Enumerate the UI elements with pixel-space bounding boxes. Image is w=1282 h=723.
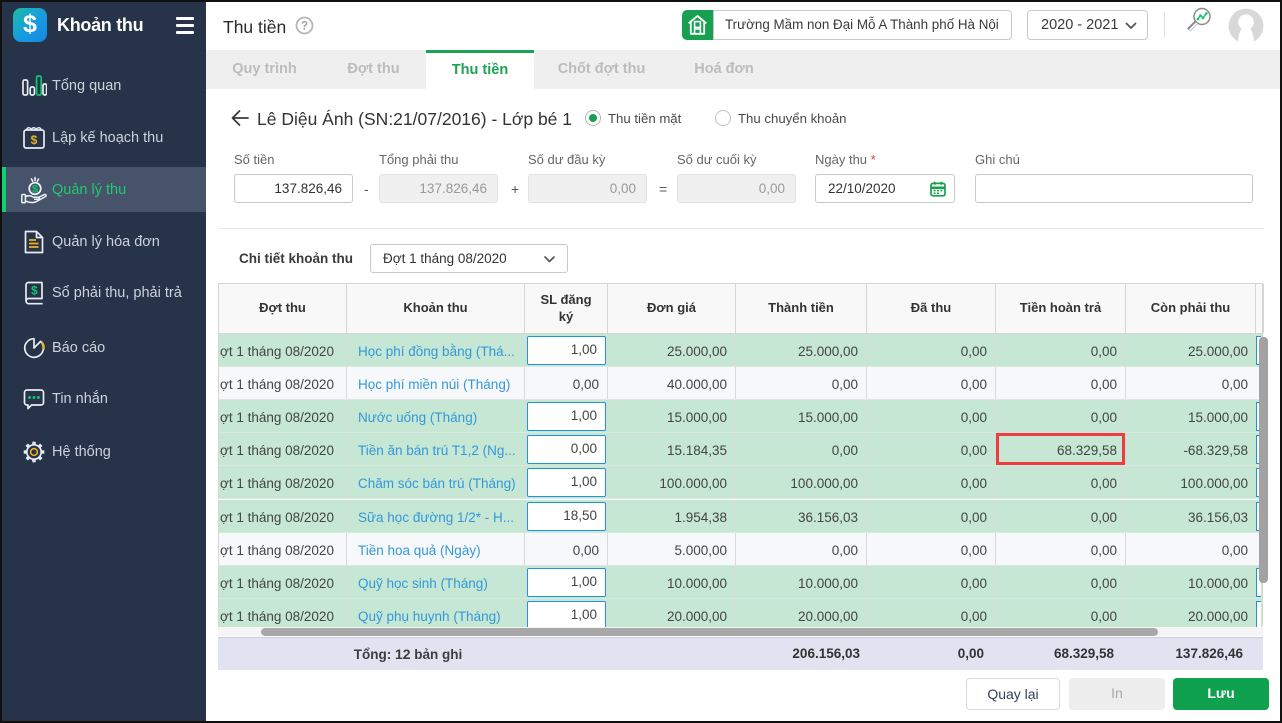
svg-text:$: $ [32,183,38,195]
svg-text:$: $ [31,133,38,147]
svg-text:?: ? [301,21,308,33]
svg-text:$: $ [31,284,38,298]
